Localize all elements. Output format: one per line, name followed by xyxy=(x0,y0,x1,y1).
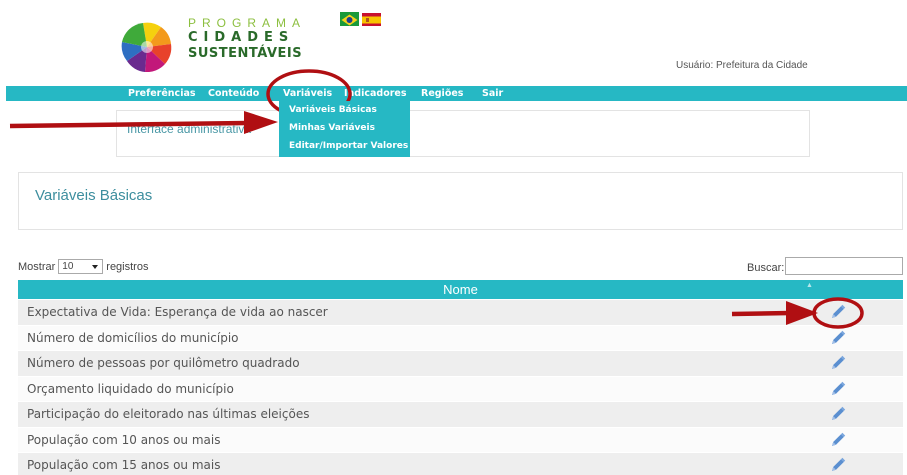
variable-name-cell: População com 10 anos ou mais xyxy=(27,432,221,447)
nav-item-preferencias[interactable]: Preferências xyxy=(128,86,196,101)
search-label: Buscar: xyxy=(747,262,785,274)
pencil-edit-icon[interactable] xyxy=(829,405,847,423)
menu-item-variaveis-basicas[interactable]: Variáveis Básicas xyxy=(279,101,410,119)
menu-item-minhas-variaveis[interactable]: Minhas Variáveis xyxy=(279,119,410,137)
column-header-nome[interactable]: Nome xyxy=(443,282,478,297)
records-label: registros xyxy=(106,260,149,273)
table-row: Participação do eleitorado nas últimas e… xyxy=(18,402,903,428)
page-title: Variáveis Básicas xyxy=(35,187,153,204)
nav-item-sair[interactable]: Sair xyxy=(482,86,503,101)
admin-panel: Interface administrativa xyxy=(116,110,810,157)
chevron-down-icon xyxy=(92,265,99,269)
logo-line-programa: PROGRAMA xyxy=(188,16,307,30)
pencil-edit-icon[interactable] xyxy=(829,380,847,398)
table-row: Expectativa de Vida: Esperança de vida a… xyxy=(18,300,903,326)
spain-flag-icon[interactable] xyxy=(362,12,381,26)
search-input[interactable] xyxy=(785,257,903,275)
pencil-edit-icon[interactable] xyxy=(829,431,847,449)
logged-user-label: Usuário: Prefeitura da Cidade xyxy=(676,60,808,71)
table-row: População com 15 anos ou mais xyxy=(18,453,903,475)
table-row: Número de pessoas por quilômetro quadrad… xyxy=(18,351,903,377)
page-title-panel: Variáveis Básicas xyxy=(18,172,903,230)
show-label: Mostrar xyxy=(18,260,56,273)
table-header: Nome ▲ xyxy=(18,280,903,300)
variable-name-cell: Expectativa de Vida: Esperança de vida a… xyxy=(27,305,328,319)
nav-item-indicadores[interactable]: Indicadores xyxy=(344,86,407,101)
logo-line-sustentaveis: SUSTENTÁVEIS xyxy=(188,46,303,61)
brazil-flag-icon[interactable] xyxy=(340,12,359,26)
program-logo xyxy=(121,22,172,72)
table-row: Número de domicílios do município xyxy=(18,325,903,351)
variable-name-cell: Participação do eleitorado nas últimas e… xyxy=(27,407,310,421)
variables-table: Nome ▲ Expectativa de Vida: Esperança de… xyxy=(18,280,903,475)
nav-item-regioes[interactable]: Regiões xyxy=(421,86,463,101)
variable-name-cell: Número de pessoas por quilômetro quadrad… xyxy=(27,356,300,370)
variaveis-dropdown-menu: Variáveis Básicas Minhas Variáveis Edita… xyxy=(279,101,410,157)
sort-icon: ▲ xyxy=(806,282,813,289)
main-nav: Preferências Conteúdo Variáveis Indicado… xyxy=(6,86,907,101)
page-size-control: Mostrar 10 registros xyxy=(18,259,148,274)
nav-item-conteudo[interactable]: Conteúdo xyxy=(208,86,259,101)
language-flags xyxy=(340,12,381,26)
pencil-edit-icon[interactable] xyxy=(829,329,847,347)
pencil-edit-icon[interactable] xyxy=(829,303,847,321)
variable-name-cell: População com 15 anos ou mais xyxy=(27,458,221,472)
logo-line-cidades: CIDADES xyxy=(188,30,295,45)
variable-name-cell: Número de domicílios do município xyxy=(27,330,239,345)
table-row: Orçamento liquidado do município xyxy=(18,376,903,402)
pencil-edit-icon[interactable] xyxy=(829,456,847,474)
page-size-select[interactable]: 10 xyxy=(58,259,104,274)
pencil-edit-icon[interactable] xyxy=(829,354,847,372)
program-wordmark: PROGRAMA CIDADES SUSTENTÁVEIS xyxy=(188,16,306,62)
admin-interface-label: Interface administrativa xyxy=(127,122,252,136)
page-size-value: 10 xyxy=(62,261,74,272)
menu-item-editar-importar-valores[interactable]: Editar/Importar Valores xyxy=(279,137,410,155)
nav-item-variaveis[interactable]: Variáveis xyxy=(283,86,332,101)
variable-name-cell: Orçamento liquidado do município xyxy=(27,381,234,396)
table-row: População com 10 anos ou mais xyxy=(18,427,903,453)
